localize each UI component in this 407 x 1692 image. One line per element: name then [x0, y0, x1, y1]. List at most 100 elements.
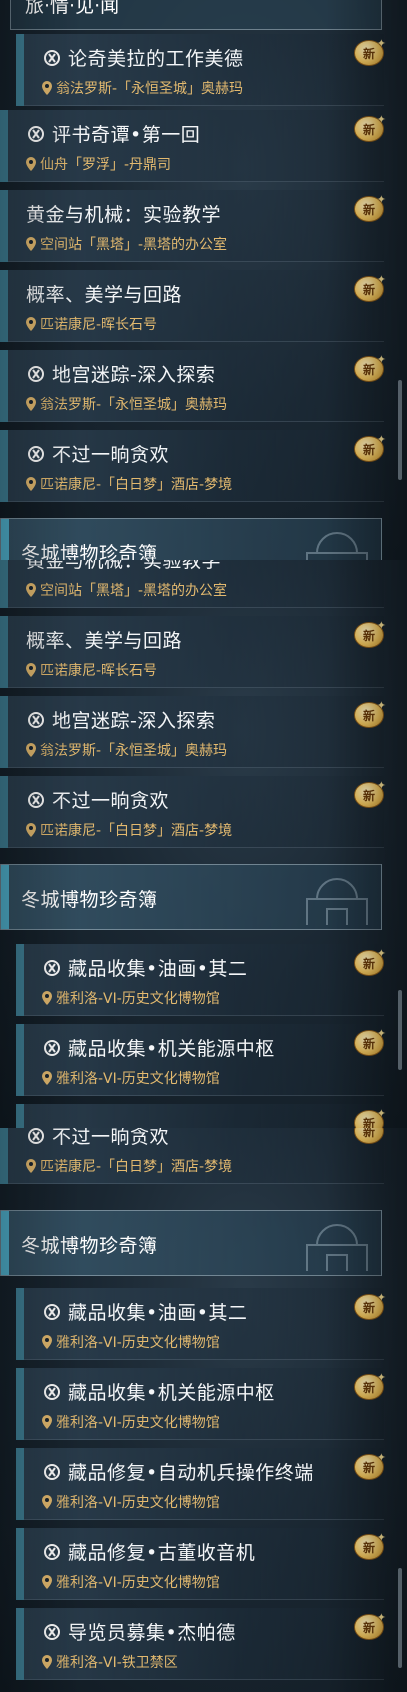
quest-type-icon — [43, 1543, 61, 1560]
quest-title: 评书奇谭•第一回 — [52, 124, 201, 146]
location-pin-icon — [42, 991, 52, 1005]
quest-title: 藏品修复•自动机兵操作终端 — [68, 1462, 314, 1484]
new-badge: 新✦ — [354, 780, 386, 808]
sub-quest-item[interactable]: 藏品修复•古董收音机 雅利洛-VI-历史文化博物馆 新 ✦ — [16, 1528, 386, 1600]
location-pin-icon — [26, 1159, 36, 1173]
quest-type-icon — [43, 1039, 61, 1056]
quest-location: 匹诺康尼-晖长石号 — [40, 663, 158, 679]
quest-title: 藏品收集•机关能源中枢 — [68, 1038, 275, 1060]
quest-title: 藏品收集•油画•其二 — [68, 958, 248, 980]
location-pin-icon — [26, 663, 36, 677]
quest-item[interactable]: 不过一晌贪欢 匹诺康尼-「白日梦」酒店-梦境 新✦ — [0, 430, 386, 502]
new-badge: 新✦ — [354, 1108, 386, 1128]
scrollbar-thumb[interactable] — [398, 990, 402, 1070]
category-header-label: 旅·情·见·闻 — [25, 0, 120, 17]
location-pin-icon — [42, 1335, 52, 1349]
sparkle-icon: ✦ — [376, 779, 386, 792]
sub-quest-item[interactable]: 导览员募集•杰帕德 雅利洛-VI-铁卫禁区 新 ✦ — [16, 1608, 386, 1680]
sub-quest-item[interactable]: 藏品收集•油画•其二 雅利洛-VI-历史文化博物馆 新 ✦ — [16, 1288, 386, 1360]
quest-type-icon — [43, 1303, 61, 1320]
quest-item[interactable]: 地宫迷踪-深入探索 翁法罗斯-「永恒圣城」奥赫玛 新 ✦ — [0, 350, 386, 422]
quest-title: 概率、美学与回路 — [26, 284, 183, 306]
quest-type-icon — [43, 959, 61, 976]
quest-location: 匹诺康尼-「白日梦」酒店-梦境 — [40, 1159, 233, 1175]
quest-location: 雅利洛-VI-历史文化博物馆 — [56, 991, 220, 1007]
quest-item[interactable]: 评书奇谭•第一回 仙舟「罗浮」-丹鼎司 新 ✦ — [0, 110, 386, 182]
location-pin-icon — [26, 237, 36, 251]
location-pin-icon — [26, 583, 36, 597]
sub-quest-item[interactable]: 藏品收集•油画•其二 雅利洛-VI-历史文化博物馆 新 ✦ — [16, 944, 386, 1016]
quest-item[interactable]: 论奇美拉的工作美德 翁法罗斯-「永恒圣城」奥赫玛 新 ✦ — [16, 34, 386, 106]
sparkle-icon: ✦ — [376, 113, 386, 126]
quest-accent-bar — [0, 1128, 8, 1184]
location-pin-icon — [42, 1655, 52, 1669]
category-header[interactable]: 冬城博物珍奇簿 — [0, 864, 382, 930]
sub-quest-item[interactable]: 藏品收集•机关能源中枢 雅利洛-VI-历史文化博物馆 新 ✦ — [16, 1368, 386, 1440]
quest-location: 翁法罗斯-「永恒圣城」奥赫玛 — [56, 81, 244, 97]
new-badge: 新✦ — [354, 354, 386, 382]
new-badge: 新✦ — [354, 434, 386, 462]
location-pin-icon — [26, 823, 36, 837]
sub-quest-item[interactable]: 藏品修复•自动机兵操作终端 雅利洛-VI-历史文化博物馆 新 ✦ — [16, 1448, 386, 1520]
quest-title: 地宫迷踪-深入探索 — [52, 364, 216, 386]
quest-type-icon — [43, 1383, 61, 1400]
quest-location: 雅利洛-VI-铁卫禁区 — [56, 1655, 178, 1671]
quest-accent-bar — [16, 1024, 24, 1096]
quest-location: 雅利洛-VI-历史文化博物馆 — [56, 1415, 220, 1431]
category-header[interactable]: 冬城博物珍奇簿 — [0, 518, 382, 560]
building-emblem-icon — [306, 532, 368, 560]
quest-accent-bar — [16, 1528, 24, 1600]
quest-type-icon — [27, 711, 45, 728]
quest-accent-bar — [16, 1288, 24, 1360]
scrollbar-thumb[interactable] — [398, 1568, 402, 1668]
location-pin-icon — [26, 477, 36, 491]
quest-item[interactable]: 不过一晌贪欢 匹诺康尼-「白日梦」酒店-梦境 新✦ — [0, 776, 386, 848]
quest-title: 不过一晌贪欢 — [52, 790, 170, 812]
quest-location: 雅利洛-VI-历史文化博物馆 — [56, 1071, 220, 1087]
quest-location: 雅利洛-VI-历史文化博物馆 — [56, 1495, 220, 1511]
sparkle-icon: ✦ — [376, 193, 386, 206]
sub-quest-item-partial[interactable]: 新 ✦ — [16, 1104, 386, 1128]
quest-title: 不过一晌贪欢 — [52, 1128, 170, 1148]
new-badge: 新✦ — [354, 1372, 386, 1400]
location-pin-icon — [26, 157, 36, 171]
category-header[interactable]: 冬城博物珍奇簿 — [0, 1210, 382, 1276]
quest-item[interactable]: 黄金与机械：实验教学 空间站「黑塔」-黑塔的办公室 新 ✦ — [0, 190, 386, 262]
sparkle-icon: ✦ — [376, 433, 386, 446]
new-badge: 新✦ — [354, 114, 386, 142]
quest-item[interactable]: 概率、美学与回路 匹诺康尼-晖长石号 新 ✦ — [0, 270, 386, 342]
sub-quest-item[interactable]: 藏品收集•机关能源中枢 雅利洛-VI-历史文化博物馆 新 ✦ — [16, 1024, 386, 1096]
quest-type-icon — [27, 365, 45, 382]
category-header-partial[interactable]: 旅·情·见·闻 — [10, 0, 382, 30]
quest-type-icon — [27, 125, 45, 142]
sparkle-icon: ✦ — [376, 1107, 386, 1120]
location-pin-icon — [26, 743, 36, 757]
quest-item[interactable]: 不过一晌贪欢 匹诺康尼-「白日梦」酒店-梦境 新✦ — [0, 1128, 384, 1184]
quest-item[interactable]: 黄金与机械：实验教学 空间站「黑塔」-黑塔的办公室 — [0, 560, 384, 608]
quest-accent-bar — [16, 1368, 24, 1440]
quest-title: 黄金与机械：实验教学 — [26, 204, 222, 226]
quest-accent-bar — [0, 350, 8, 422]
quest-location: 雅利洛-VI-历史文化博物馆 — [56, 1335, 220, 1351]
quest-type-icon — [43, 49, 61, 66]
quest-title: 论奇美拉的工作美德 — [68, 48, 244, 70]
quest-accent-bar — [16, 1448, 24, 1520]
quest-title: 不过一晌贪欢 — [52, 444, 170, 466]
sparkle-icon: ✦ — [376, 37, 386, 50]
quest-title: 藏品收集•油画•其二 — [68, 1302, 248, 1324]
sparkle-icon: ✦ — [376, 1451, 386, 1464]
new-badge: 新✦ — [354, 1612, 386, 1640]
quest-title: 导览员募集•杰帕德 — [68, 1622, 236, 1644]
sparkle-icon: ✦ — [376, 1291, 386, 1304]
building-emblem-icon — [306, 1224, 368, 1271]
quest-accent-bar — [16, 34, 24, 106]
new-badge: 新✦ — [354, 948, 386, 976]
scrollbar-thumb[interactable] — [398, 380, 402, 480]
quest-item[interactable]: 概率、美学与回路 匹诺康尼-晖长石号 新 ✦ — [0, 616, 386, 688]
quest-item[interactable]: 地宫迷踪-深入探索 翁法罗斯-「永恒圣城」奥赫玛 新 ✦ — [0, 696, 386, 768]
quest-title: 概率、美学与回路 — [26, 630, 183, 652]
quest-list-screen-1: 旅·情·见·闻 论奇美拉的工作美德 翁法罗斯-「永恒圣城」奥赫玛 新 ✦ 评书奇谭… — [0, 0, 407, 560]
quest-accent-bar — [16, 1104, 24, 1128]
new-badge: 新✦ — [354, 274, 386, 302]
quest-accent-bar — [0, 430, 8, 502]
